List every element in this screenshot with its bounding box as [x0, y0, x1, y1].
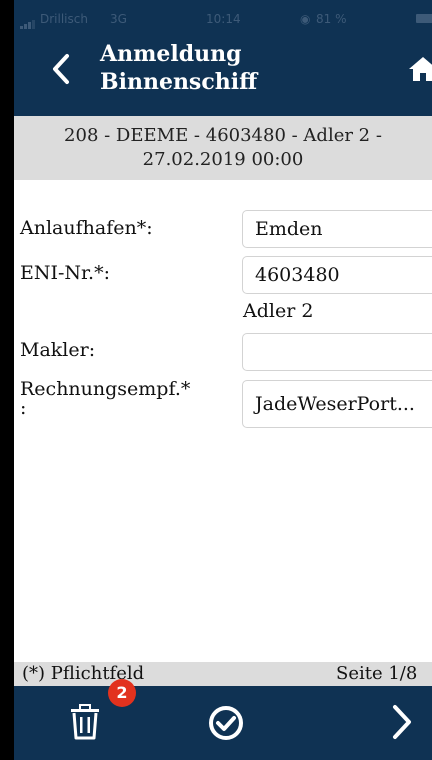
app-screen: Drillisch 3G 10:14 ◉ 81 % Anmeldung Binn…: [14, 0, 432, 760]
rechnungsempfaenger-label-line1: Rechnungsempf.*: [20, 378, 191, 400]
battery-icon: [416, 14, 432, 23]
network-type: 3G: [110, 12, 127, 26]
rechnungsempfaenger-field[interactable]: JadeWeserPort...: [242, 380, 432, 428]
makler-label: Makler:: [20, 339, 96, 361]
page-indicator: Seite 1/8: [336, 663, 418, 684]
registration-info-banner: 208 - DEEME - 4603480 - Adler 2 - 27.02.…: [14, 116, 432, 180]
home-button[interactable]: [408, 56, 432, 82]
carrier-name: Drillisch: [40, 12, 88, 26]
status-bar: Drillisch 3G 10:14 ◉ 81 %: [14, 0, 432, 34]
footer-info-bar: (*) Pflichtfeld Seite 1/8: [14, 662, 432, 686]
home-icon: [409, 57, 432, 81]
page-title-line1: Anmeldung: [100, 41, 242, 67]
alarm-icon: ◉: [300, 12, 311, 26]
ship-name: Adler 2: [243, 300, 314, 322]
chevron-left-icon: [53, 54, 69, 84]
status-time: 10:14: [206, 12, 241, 26]
signal-strength-icon: [20, 15, 36, 29]
battery-percent: 81 %: [316, 12, 347, 26]
page-title: Anmeldung Binnenschiff: [100, 40, 380, 96]
trash-icon: [71, 704, 99, 740]
eni-label: ENI-Nr.*:: [20, 262, 110, 284]
bottom-toolbar: [14, 686, 432, 760]
app-header: Drillisch 3G 10:14 ◉ 81 % Anmeldung Binn…: [14, 0, 432, 116]
rechnungsempfaenger-label-line2: :: [20, 397, 27, 419]
check-circle-icon: [209, 706, 243, 740]
eni-field[interactable]: 4603480: [242, 256, 432, 294]
anlaufhafen-label: Anlaufhafen*:: [20, 217, 153, 239]
anlaufhafen-field[interactable]: Emden: [242, 210, 432, 248]
back-button[interactable]: [46, 44, 76, 92]
chevron-right-icon: [393, 705, 411, 739]
makler-field[interactable]: [242, 333, 432, 371]
confirm-button[interactable]: [208, 705, 244, 741]
page-title-line2: Binnenschiff: [100, 69, 258, 95]
next-button[interactable]: [390, 703, 418, 743]
delete-button[interactable]: [70, 704, 106, 744]
banner-line1: 208 - DEEME - 4603480 - Adler 2 -: [64, 125, 382, 146]
rechnungsempfaenger-label: Rechnungsempf.* :: [20, 377, 191, 419]
banner-line2: 27.02.2019 00:00: [142, 149, 304, 170]
delete-count-badge: 2: [108, 679, 136, 707]
